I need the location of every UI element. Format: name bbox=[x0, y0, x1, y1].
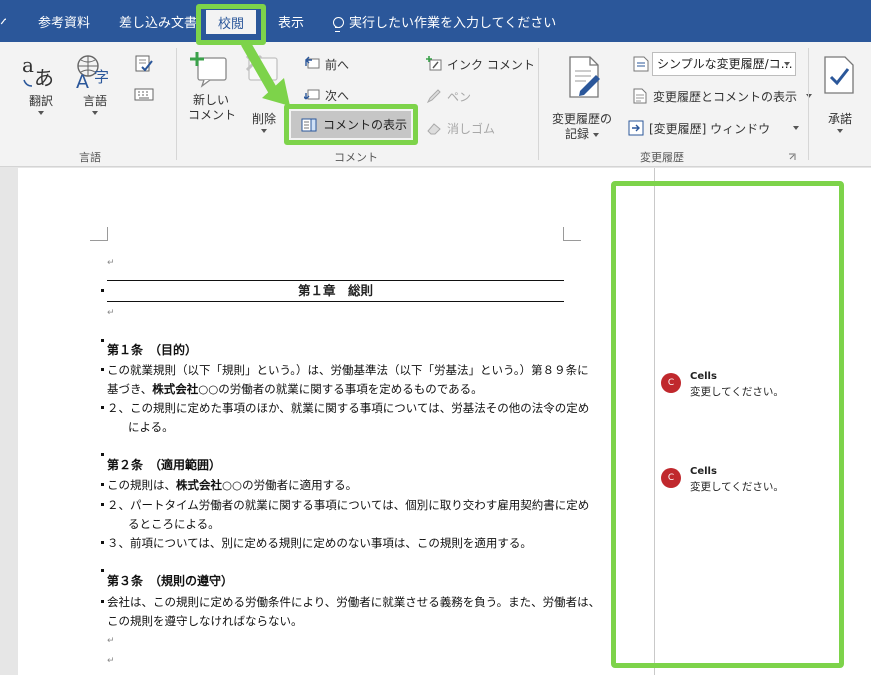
eraser-label: 消しゴム bbox=[447, 121, 496, 136]
ink-comment-icon bbox=[426, 56, 442, 71]
translate-icon: a あ bbox=[22, 53, 54, 90]
previous-comment-button[interactable]: 前へ bbox=[304, 54, 349, 74]
show-markup-button[interactable]: 変更履歴とコメントの表示 bbox=[632, 86, 813, 106]
crop-mark-right bbox=[563, 227, 581, 241]
tab-edge[interactable]: へ bbox=[0, 12, 6, 36]
new-comment-button[interactable]: 新しい コメント bbox=[188, 93, 237, 123]
article-1-line-4[interactable]: による。 bbox=[128, 418, 174, 437]
paragraph-mark: ↵ bbox=[107, 636, 115, 646]
markup-display-dropdown[interactable]: シンプルな変更履歴/コ… bbox=[652, 52, 796, 76]
svg-text:A: A bbox=[76, 71, 89, 90]
tell-me-search[interactable]: 実行したい作業を入力してください bbox=[332, 12, 556, 36]
svg-text:字: 字 bbox=[94, 68, 109, 86]
article-3-heading[interactable]: 第３条 （規則の遵守） bbox=[107, 572, 233, 591]
tab-view[interactable]: 表示 bbox=[278, 12, 304, 36]
lightbulb-icon bbox=[332, 17, 344, 32]
comments-group-label: コメント bbox=[334, 151, 378, 164]
tab-review[interactable]: 校閲 bbox=[206, 10, 256, 34]
eraser-button[interactable]: 消しゴム bbox=[426, 118, 495, 138]
green-arrow-icon bbox=[241, 40, 290, 106]
svg-text:a: a bbox=[22, 53, 34, 77]
track-changes-label-1: 変更履歴の bbox=[551, 112, 612, 126]
article-1-heading[interactable]: 第１条 （目的） bbox=[107, 341, 197, 360]
new-comment-icon bbox=[190, 52, 227, 88]
markup-display-value: シンプルな変更履歴/コ… bbox=[657, 57, 793, 71]
reviewing-pane-button[interactable]: [変更履歴] ウィンドウ bbox=[628, 118, 800, 138]
next-label: 次へ bbox=[325, 88, 350, 103]
accept-label: 承諾 bbox=[827, 112, 852, 126]
svg-text:あ: あ bbox=[34, 66, 54, 90]
group-separator bbox=[176, 48, 177, 160]
article-2-heading[interactable]: 第２条 （適用範囲） bbox=[107, 456, 221, 475]
article-1-line-1[interactable]: この就業規則（以下「規則」という。）は、労働基準法（以下「労基法」という。）第８… bbox=[107, 361, 589, 380]
spellcheck-icon[interactable] bbox=[134, 54, 154, 74]
track-changes-button[interactable]: 変更履歴の 記録 bbox=[550, 112, 614, 142]
language-label: 言語 bbox=[82, 94, 107, 108]
article-2-line-4[interactable]: ３、前項については、別に定める規則に定めのない事項は、この規則を適用する。 bbox=[107, 534, 532, 553]
chevron-down-icon bbox=[793, 126, 800, 130]
track-changes-icon bbox=[569, 56, 600, 98]
show-markup-label: 変更履歴とコメントの表示 bbox=[653, 89, 798, 104]
show-markup-icon bbox=[633, 88, 647, 104]
chapter-title[interactable]: 第１章 総則 bbox=[107, 280, 564, 302]
previous-label: 前へ bbox=[325, 57, 350, 72]
translate-label: 翻訳 bbox=[28, 94, 53, 108]
article-2-line-2[interactable]: ２、パートタイム労働者の就業に関する事項については、個別に取り交わす雇用契約書に… bbox=[107, 496, 589, 515]
paragraph-mark: ↵ bbox=[107, 656, 115, 666]
language-icon: A 字 bbox=[76, 55, 109, 90]
language-button[interactable]: 言語 bbox=[76, 94, 114, 115]
article-1-line-3[interactable]: ２、この規則に定めた事項のほか、就業に関する事項については、労基法その他の法令の… bbox=[107, 399, 589, 418]
accept-button[interactable]: 承諾 bbox=[822, 112, 858, 133]
tab-bar: へ 参考資料 差し込み文書 校閲 表示 実行したい作業を入力してください bbox=[0, 0, 871, 42]
next-comment-button[interactable]: 次へ bbox=[304, 85, 349, 105]
comments-pane-highlight bbox=[611, 181, 844, 668]
tab-references[interactable]: 参考資料 bbox=[38, 12, 90, 36]
markup-display-icon bbox=[633, 56, 649, 72]
group-separator bbox=[808, 48, 809, 160]
ink-comment-label: インク コメント bbox=[447, 57, 535, 72]
tracking-group-label: 変更履歴 bbox=[640, 151, 684, 164]
tell-me-text: 実行したい作業を入力してください bbox=[349, 16, 557, 31]
article-3-line-2[interactable]: この規則を遵守しなければならない。 bbox=[107, 612, 303, 631]
translate-button[interactable]: 翻訳 bbox=[22, 94, 60, 115]
new-comment-label-1: 新しい bbox=[192, 93, 229, 107]
reviewing-pane-icon bbox=[628, 120, 644, 136]
eraser-icon bbox=[427, 123, 441, 135]
article-2-line-1[interactable]: この規則は、株式会社○○の労働者に適用する。 bbox=[107, 476, 357, 495]
new-comment-label-2: コメント bbox=[188, 108, 237, 122]
article-3-line-1[interactable]: 会社は、この規則に定める労働条件により、労働者に就業させる義務を負う。また、労働… bbox=[107, 593, 600, 612]
track-changes-label-2: 記録 bbox=[550, 127, 614, 142]
chevron-down-icon bbox=[806, 94, 813, 98]
crop-mark-left bbox=[90, 227, 108, 241]
pen-label: ペン bbox=[447, 89, 472, 104]
pen-button[interactable]: ペン bbox=[426, 86, 471, 106]
article-2-line-3[interactable]: るところによる。 bbox=[128, 515, 220, 534]
group-separator bbox=[538, 48, 539, 160]
paragraph-mark: ↵ bbox=[107, 308, 115, 318]
tab-mailings[interactable]: 差し込み文書 bbox=[119, 12, 197, 36]
accept-icon bbox=[824, 56, 854, 94]
paragraph-mark: ↵ bbox=[107, 258, 115, 268]
pen-icon bbox=[426, 89, 441, 104]
dialog-launcher-icon[interactable] bbox=[788, 153, 796, 161]
article-1-line-2[interactable]: 基づき、株式会社○○の労働者の就業に関する事項を定めるものである。 bbox=[107, 380, 483, 399]
ink-comment-button[interactable]: インク コメント bbox=[426, 54, 535, 74]
reviewing-pane-label: [変更履歴] ウィンドウ bbox=[649, 121, 771, 136]
language-group-label: 言語 bbox=[79, 151, 101, 164]
keyboard-icon[interactable] bbox=[134, 86, 154, 102]
chevron-down-icon bbox=[784, 62, 790, 66]
